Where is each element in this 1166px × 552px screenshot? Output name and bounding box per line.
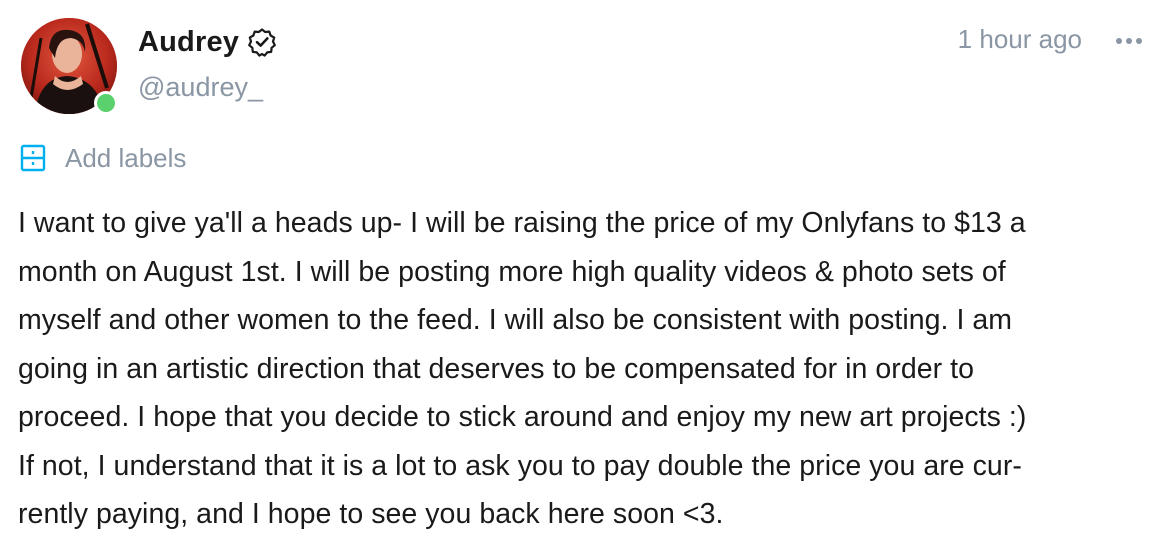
post-timestamp[interactable]: 1 hour ago <box>958 24 1082 55</box>
avatar[interactable] <box>21 18 118 115</box>
author-name[interactable]: Audrey <box>138 26 239 59</box>
author-handle[interactable]: @audrey_ <box>138 72 263 103</box>
post-text: I want to give ya'll a heads up- I will … <box>18 207 1027 530</box>
label-icon <box>19 143 47 173</box>
verified-badge-icon <box>247 27 277 57</box>
author-name-row: Audrey <box>138 22 277 62</box>
more-horizontal-icon <box>1116 38 1122 44</box>
post-card: Audrey @audrey_ 1 hour ago Add labels I … <box>0 0 1166 552</box>
more-options-button[interactable] <box>1110 22 1148 60</box>
online-status-indicator <box>94 91 118 115</box>
add-labels-label: Add labels <box>65 142 187 173</box>
add-labels-button[interactable]: Add labels <box>19 140 186 176</box>
